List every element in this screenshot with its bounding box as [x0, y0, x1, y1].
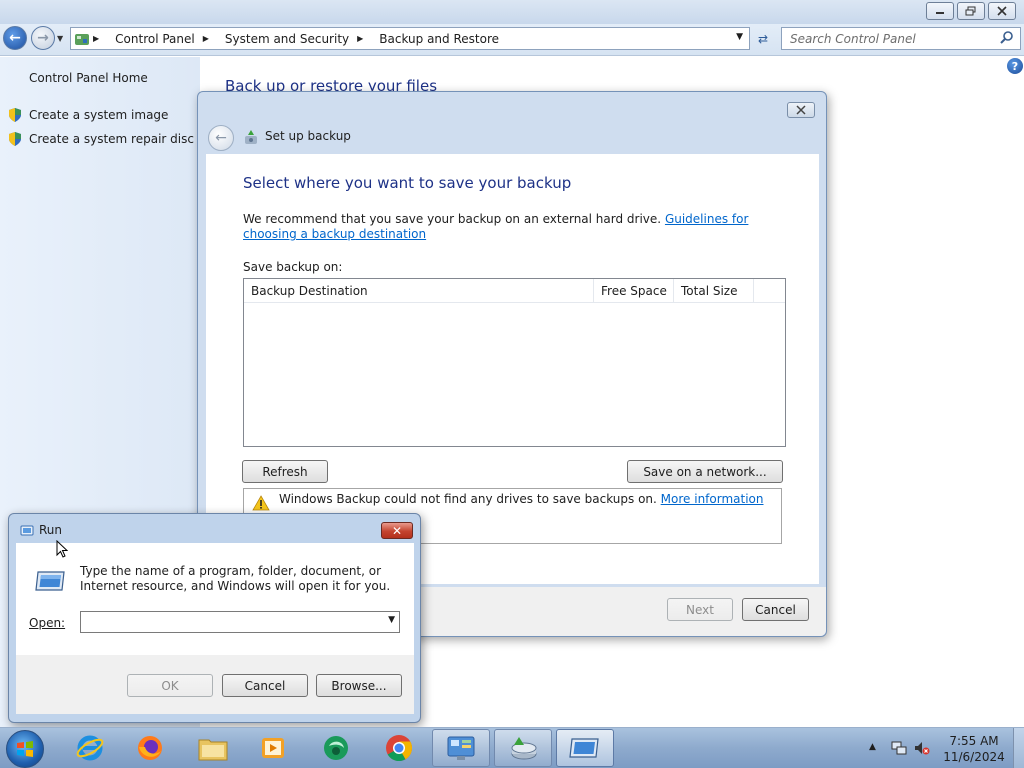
- run-dialog: Run ✕ Type the name of a program, folder…: [8, 513, 421, 723]
- forward-arrow-icon: →: [37, 30, 49, 46]
- forward-button[interactable]: →: [31, 26, 55, 50]
- warning-icon: [252, 495, 270, 511]
- minimize-button[interactable]: [926, 2, 954, 20]
- shield-icon: [9, 132, 21, 146]
- run-program-icon: [35, 571, 65, 591]
- recommendation-text: We recommend that you save your backup o…: [243, 212, 749, 241]
- taskbar-green-app[interactable]: [307, 729, 365, 767]
- taskbar-control-panel[interactable]: [432, 729, 490, 767]
- chevron-down-icon[interactable]: ▼: [388, 615, 395, 625]
- run-description: Type the name of a program, folder, docu…: [80, 564, 391, 593]
- close-button[interactable]: [988, 2, 1016, 20]
- column-header-backup-destination[interactable]: Backup Destination: [244, 279, 594, 302]
- taskbar-chrome[interactable]: [370, 729, 428, 767]
- close-icon: [997, 6, 1007, 16]
- run-close-button[interactable]: ✕: [381, 522, 413, 539]
- system-clock[interactable]: 7:55 AM 11/6/2024: [943, 733, 1005, 765]
- shield-icon: [9, 108, 21, 122]
- run-cancel-button[interactable]: Cancel: [222, 674, 308, 697]
- back-arrow-icon: ←: [9, 30, 21, 46]
- refresh-button[interactable]: Refresh: [242, 460, 328, 483]
- network-icon[interactable]: [891, 740, 907, 756]
- column-header-free-space[interactable]: Free Space: [594, 279, 674, 302]
- taskbar-windows-explorer[interactable]: [184, 729, 242, 767]
- run-dialog-title: Run: [39, 523, 63, 537]
- address-dropdown-icon[interactable]: ▼: [736, 32, 743, 42]
- warning-message: Windows Backup could not find any drives…: [279, 492, 764, 506]
- backup-destination-list[interactable]: Backup Destination Free Space Total Size: [243, 278, 786, 447]
- firefox-icon: [138, 736, 162, 760]
- address-bar[interactable]: ▶ Control Panel ▶ System and Security ▶ …: [70, 27, 750, 50]
- open-combobox[interactable]: ▼: [80, 611, 400, 633]
- back-arrow-icon: ←: [215, 130, 227, 146]
- open-input[interactable]: [84, 613, 380, 631]
- list-header: Backup Destination Free Space Total Size: [244, 279, 785, 303]
- create-repair-disc-link[interactable]: Create a system repair disc: [29, 132, 194, 146]
- cancel-button[interactable]: Cancel: [742, 598, 809, 621]
- start-button[interactable]: [6, 730, 44, 768]
- breadcrumb-backup-restore[interactable]: Backup and Restore: [379, 32, 507, 46]
- minimize-icon: [936, 12, 944, 14]
- dialog-close-button[interactable]: [787, 102, 815, 118]
- taskbar-run-dialog[interactable]: [556, 729, 614, 767]
- recent-pages-dropdown[interactable]: ▼: [57, 34, 63, 43]
- next-button[interactable]: Next: [667, 598, 733, 621]
- control-panel-icon: [447, 736, 475, 760]
- windows-logo-icon: [17, 741, 33, 757]
- show-desktop-button[interactable]: [1013, 728, 1024, 768]
- mouse-cursor-icon: [56, 540, 68, 558]
- taskbar: ▲ 7:55 AM 11/6/2024: [0, 727, 1024, 768]
- taskbar-firefox[interactable]: [121, 729, 179, 767]
- address-toolbar: ← → ▼ ▶ Control Panel ▶ System and Secur…: [0, 24, 1024, 56]
- backup-app-icon: [245, 130, 257, 144]
- volume-muted-icon[interactable]: [914, 740, 930, 756]
- close-icon: [796, 105, 806, 115]
- save-backup-on-label: Save backup on:: [243, 260, 343, 274]
- back-button[interactable]: ←: [3, 26, 27, 50]
- taskbar-media-player[interactable]: [244, 729, 302, 767]
- restore-button[interactable]: [957, 2, 985, 20]
- control-panel-icon: [71, 28, 93, 49]
- clock-time: 7:55 AM: [949, 734, 999, 748]
- close-icon: ✕: [391, 523, 403, 538]
- taskbar-backup-tool[interactable]: [494, 729, 552, 767]
- search-icon[interactable]: [999, 30, 1015, 46]
- breadcrumb-system-security[interactable]: System and Security: [225, 32, 357, 46]
- more-information-link[interactable]: More information: [661, 492, 764, 506]
- breadcrumb-separator[interactable]: ▶: [203, 34, 225, 43]
- backup-app-icon: [511, 737, 537, 760]
- breadcrumb-control-panel[interactable]: Control Panel: [115, 32, 203, 46]
- help-icon[interactable]: ?: [1007, 58, 1023, 74]
- search-input[interactable]: Search Control Panel: [781, 27, 1021, 50]
- media-player-icon: [262, 738, 284, 758]
- ok-button[interactable]: OK: [127, 674, 213, 697]
- restore-icon: [965, 6, 976, 16]
- create-system-image-link[interactable]: Create a system image: [29, 108, 168, 122]
- show-hidden-icons-button[interactable]: ▲: [869, 742, 876, 752]
- taskbar-internet-explorer[interactable]: [61, 729, 119, 767]
- run-dialog-body: Type the name of a program, folder, docu…: [16, 543, 414, 655]
- green-app-icon: [324, 736, 348, 760]
- column-header-total-size[interactable]: Total Size: [674, 279, 754, 302]
- breadcrumb-separator[interactable]: ▶: [357, 34, 379, 43]
- folder-icon: [198, 739, 228, 761]
- breadcrumb-separator[interactable]: ▶: [93, 34, 115, 43]
- dialog-title: Set up backup: [265, 129, 351, 143]
- window-titlebar: [0, 0, 1024, 24]
- chrome-icon: [386, 735, 413, 762]
- run-dialog-footer: OK Cancel Browse...: [16, 655, 414, 714]
- save-on-network-button[interactable]: Save on a network...: [627, 460, 783, 483]
- control-panel-home-link[interactable]: Control Panel Home: [29, 71, 148, 85]
- clock-date: 11/6/2024: [943, 750, 1005, 764]
- run-program-icon: [569, 738, 599, 758]
- open-label: Open:: [29, 616, 66, 630]
- browse-button[interactable]: Browse...: [316, 674, 402, 697]
- wizard-heading: Select where you want to save your backu…: [243, 174, 572, 192]
- internet-explorer-icon: [76, 735, 104, 761]
- run-icon: [20, 525, 34, 536]
- refresh-icon[interactable]: ⇄: [752, 28, 774, 49]
- wizard-back-button[interactable]: ←: [208, 125, 234, 151]
